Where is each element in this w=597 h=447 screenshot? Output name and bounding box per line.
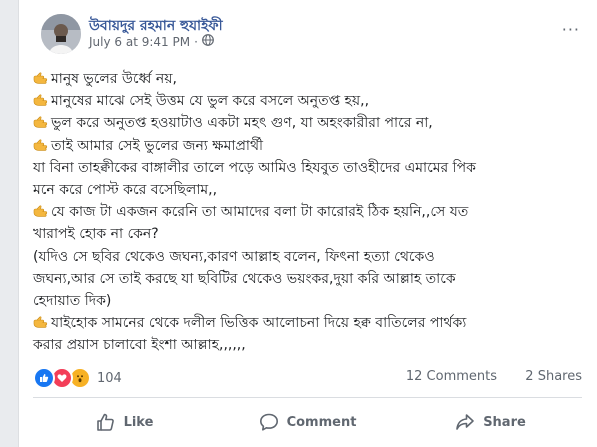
post-line-text: (যদিও সে ছবির থেকেও জঘন্য,কারণ আল্লাহ বল… [33,248,435,265]
post-header: উবায়দুর রহমান হুযাইফী July 6 at 9:41 PM… [19,0,597,70]
post-actions: Like Comment Share [33,402,582,442]
post-stats: 104 12 Comments 2 Shares [33,364,582,392]
shares-count-link[interactable]: 2 Shares [525,369,582,384]
thumbs-up-icon [96,413,114,431]
share-label: Share [483,414,526,430]
post-card: উবায়দুর রহমান হুযাইফী July 6 at 9:41 PM… [18,0,597,447]
like-label: Like [123,414,154,430]
like-button[interactable]: Like [33,402,216,442]
author-avatar[interactable] [41,14,81,54]
more-options-icon[interactable]: ··· [562,20,580,39]
comment-button[interactable]: Comment [216,402,399,442]
comment-label: Comment [286,414,357,430]
post-line: মানুষ ভুলের উর্ধ্বে নয়, [33,68,581,90]
like-reaction-icon [33,367,55,389]
comment-icon [259,413,278,431]
pointing-hand-emoji-icon [33,70,49,84]
post-line: ভুল করে অনুতপ্ত হওয়াটাও একটা মহৎ গুণ, য… [33,112,581,134]
post-line: তাই আমার সেই ভুলের জন্য ক্ষমাপ্রার্থী [33,135,581,157]
post-line: হেদায়াত দিক) [33,290,581,312]
post-line: জঘন্য,আর সে তাই করছে যা ছবিটির থেকেও ভয়… [33,268,581,290]
post-text: মানুষ ভুলের উর্ধ্বে নয়, মানুষের মাঝে সেই… [33,68,581,357]
post-line: করার প্রয়াস চালাবো ইংশা আল্লাহ,,,,,, [33,334,581,356]
post-line-text: মানুষ ভুলের উর্ধ্বে নয়, [51,71,177,87]
post-line-text: করার প্রয়াস চালাবো ইংশা আল্লাহ,,,,,, [33,337,246,354]
post-line-text: যে কাজ টা একজন করেনি তা আমাদের বলা টা কা… [51,204,469,221]
comments-count-link[interactable]: 12 Comments [406,369,497,384]
post-line-text: যাইহোক সামনের থেকে দলীল ভিত্তিক আলোচনা দ… [51,315,467,332]
globe-icon [202,34,214,49]
post-line-text: যা বিনা তাহক্বীকের বাঙ্গালীর তালে পড়ে আ… [33,159,476,176]
pointing-hand-emoji-icon [33,203,49,217]
meta-separator: · [194,34,198,49]
post-line: যাইহোক সামনের থেকে দলীল ভিত্তিক আলোচনা দ… [33,312,581,334]
pointing-hand-emoji-icon [33,114,49,129]
post-line-text: ভুল করে অনুতপ্ত হওয়াটাও একটা মহৎ গুণ, য… [51,115,433,132]
post-line: মনে করে পোস্ট করে বসেছিলাম,, [33,179,581,201]
post-meta: July 6 at 9:41 PM · [89,34,214,49]
post-line-text: জঘন্য,আর সে তাই করছে যা ছবিটির থেকেও ভয়… [33,270,456,287]
post-timestamp[interactable]: July 6 at 9:41 PM [89,35,190,49]
post-line-text: খারাপই হোক না কেন? [33,226,159,243]
reaction-count: 104 [97,370,122,386]
post-line: যে কাজ টা একজন করেনি তা আমাদের বলা টা কা… [33,201,581,223]
post-line: খারাপই হোক না কেন? [33,223,581,245]
post-line: যা বিনা তাহক্বীকের বাঙ্গালীর তালে পড়ে আ… [33,157,581,179]
reactions-summary[interactable]: 104 [33,367,122,389]
share-button[interactable]: Share [399,402,582,442]
pointing-hand-emoji-icon [33,314,49,328]
share-icon [456,414,474,430]
post-line: (যদিও সে ছবির থেকেও জঘন্য,কারণ আল্লাহ বল… [33,246,581,268]
post-line-text: তাই আমার সেই ভুলের জন্য ক্ষমাপ্রার্থী [51,137,264,154]
post-line-text: মানুষের মাঝে সেই উত্তম যে ভুল করে বসলে অ… [51,93,370,110]
pointing-hand-emoji-icon [33,137,49,151]
actions-divider [33,397,582,398]
post-line-text: মনে করে পোস্ট করে বসেছিলাম,, [33,182,218,199]
pointing-hand-emoji-icon [33,92,49,106]
post-line-text: হেদায়াত দিক) [33,293,112,310]
post-line: মানুষের মাঝে সেই উত্তম যে ভুল করে বসলে অ… [33,90,581,112]
